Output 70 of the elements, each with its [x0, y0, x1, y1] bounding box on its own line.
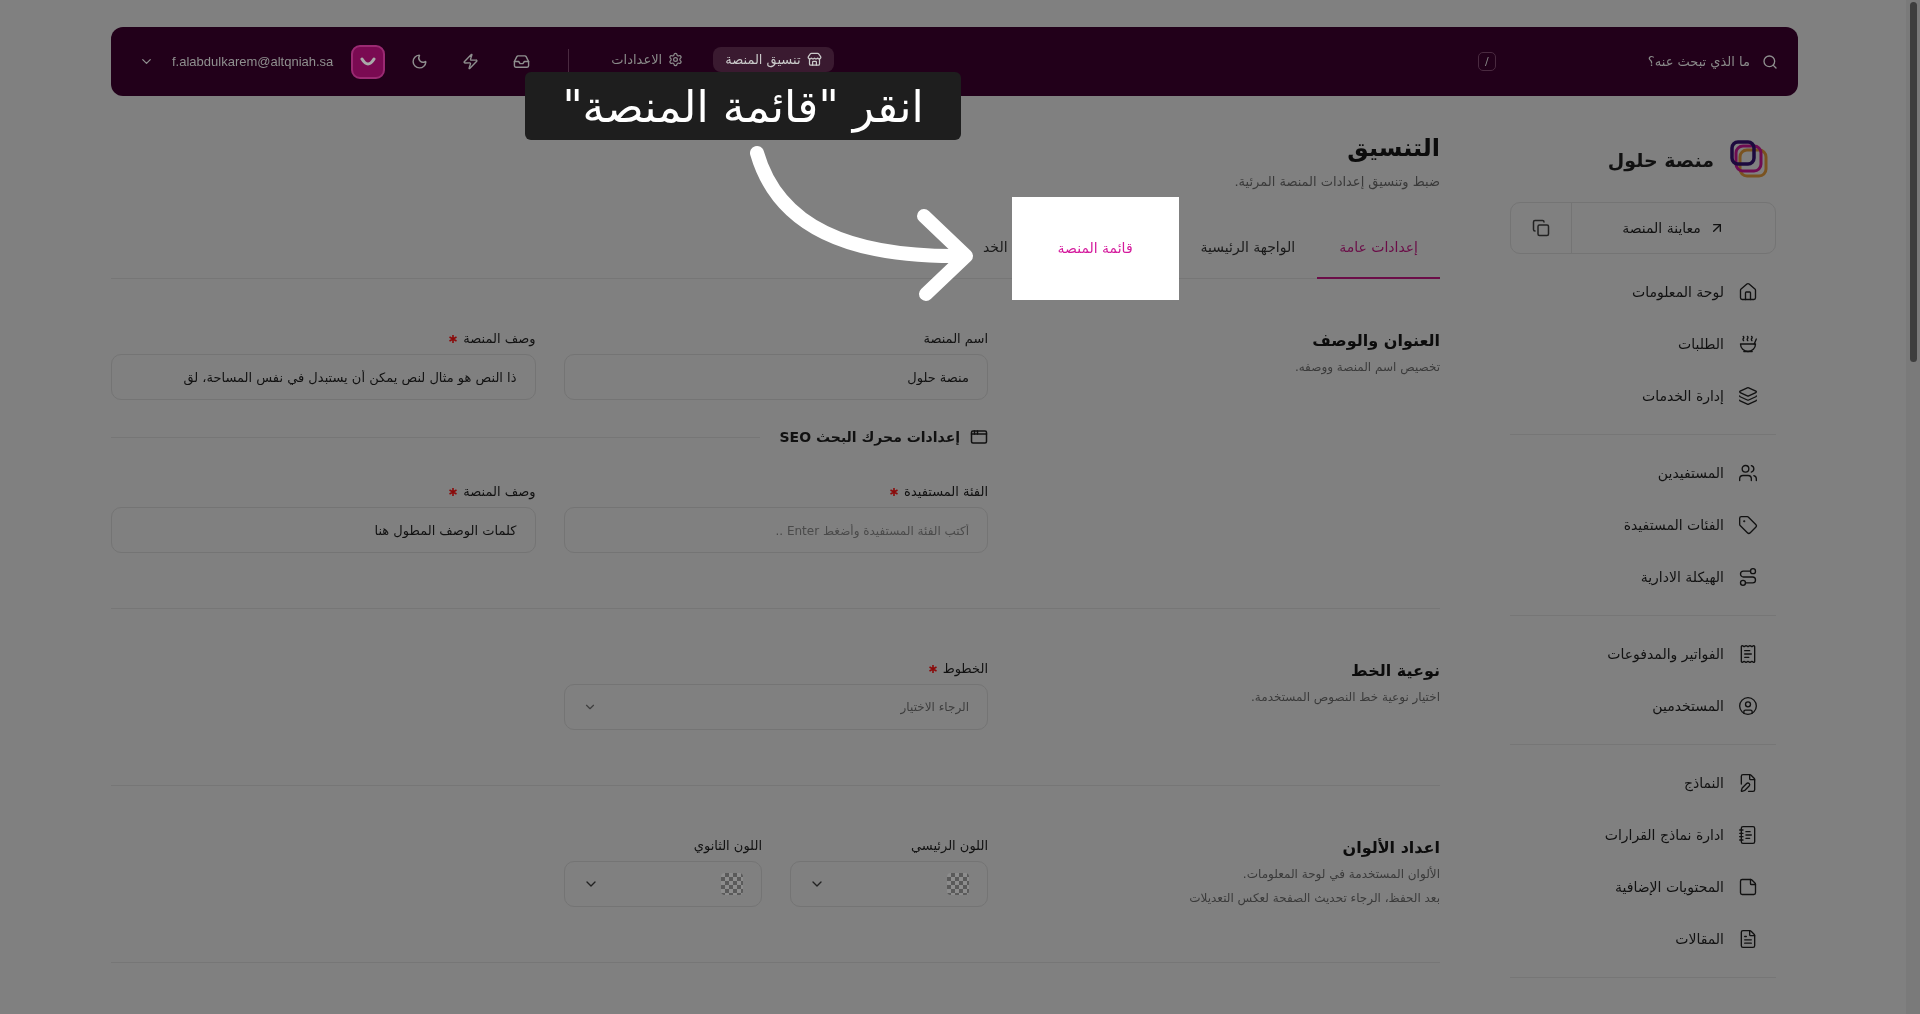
bowl-icon [1738, 334, 1758, 354]
field-label: وصف المنصة [463, 484, 536, 499]
field-label: اسم المنصة [923, 331, 988, 346]
field-label: الفئة المستفيدة [904, 484, 988, 499]
section-description: اختيار نوعية خط النصوص المستخدمة. [1250, 690, 1440, 704]
sidebar-item[interactable]: الطلبات [1510, 318, 1776, 370]
section-description: الألوان المستخدمة في لوحة المعلومات. [1241, 867, 1440, 881]
sidebar-item[interactable]: المحتويات الإضافية [1510, 861, 1776, 913]
subheading: إعدادات محرك البحث SEO [779, 429, 960, 445]
transparent-swatch-icon [721, 873, 743, 895]
scrollbar[interactable] [1906, 0, 1920, 1014]
text-field[interactable]: منصة حلول [563, 354, 988, 400]
tab[interactable]: قائمة المنصة [1011, 197, 1179, 300]
tutorial-tooltip: انقر "قائمة المنصة" [525, 72, 961, 140]
section-description: بعد الحفظ، الرجاء تحديث الصفحة لعكس التعديلات [1188, 891, 1440, 905]
house-icon [1738, 282, 1758, 302]
nav-link[interactable]: تنسيق المنصة [713, 47, 834, 72]
field-label: اللون الرئيسي [911, 838, 988, 853]
sidebar-item[interactable]: الفئات المستفيدة [1510, 499, 1776, 551]
shortcut-key: / [1478, 52, 1496, 71]
sidebar-item[interactable]: المستفيدين [1510, 447, 1776, 499]
transparent-swatch-icon [947, 873, 969, 895]
store-icon [806, 52, 822, 67]
user-email[interactable]: f.alabdulkarem@altqniah.sa [172, 54, 334, 69]
color-picker[interactable] [564, 861, 762, 907]
section-title: نوعية الخط [1350, 661, 1440, 680]
file-pen-icon [1738, 773, 1758, 793]
tag-icon [1738, 515, 1758, 535]
settings-icon [668, 52, 684, 67]
sidebar-item[interactable]: الهيكلة الادارية [1510, 551, 1776, 603]
layers-icon [1738, 386, 1758, 406]
tab[interactable]: إعدادات عامة [1317, 217, 1440, 279]
users-icon [1738, 463, 1758, 483]
receipt-icon [1738, 644, 1758, 664]
document-icon [1738, 929, 1758, 949]
sidebar-item[interactable]: الفواتير والمدفوعات [1510, 628, 1776, 680]
copy-icon [1532, 219, 1550, 237]
sidebar-item[interactable]: لوحة المعلومات [1510, 266, 1776, 318]
note-icon [1738, 877, 1758, 897]
inbox-icon[interactable] [513, 53, 531, 70]
tab[interactable]: الواجهة الرئيسية [1178, 217, 1318, 279]
sidebar-item[interactable]: النماذج [1510, 757, 1776, 809]
search-icon [1762, 53, 1778, 70]
bolt-icon[interactable] [462, 53, 480, 70]
text-field[interactable]: كلمات الوصف المطول هنا [111, 507, 536, 553]
logo-icon [1730, 140, 1770, 180]
nav-link[interactable]: الاعدادات [599, 47, 696, 72]
field-label: وصف المنصة [463, 331, 536, 346]
notebook-icon [1738, 825, 1758, 845]
section-title: العنوان والوصف [1311, 331, 1440, 350]
user-circle-icon [1738, 696, 1758, 716]
brand-name: منصة حلول [1607, 149, 1714, 171]
avatar-icon[interactable] [351, 44, 386, 79]
select-field[interactable]: الرجاء الاختيار [563, 684, 988, 730]
sidebar-item[interactable]: ادارة نماذج القرارات [1510, 809, 1776, 861]
section-description: تخصيص اسم المنصة ووصفه. [1293, 360, 1440, 374]
search-field[interactable]: ما الذي تبحث عنه؟ [1505, 53, 1752, 70]
sidebar-item[interactable]: المستخدمين [1510, 680, 1776, 732]
page-subtitle: ضبط وتنسيق إعدادات المنصة المرئية. [1233, 174, 1440, 189]
sidebar-item[interactable]: المقالات [1510, 913, 1776, 965]
sidebar-item[interactable]: إدارة الخدمات [1510, 370, 1776, 422]
route-icon [1738, 567, 1758, 587]
section-title: اعداد الألوان [1341, 838, 1440, 857]
tab[interactable]: الخد [961, 217, 1012, 279]
field-label: اللون الثانوي [693, 838, 762, 853]
moon-icon[interactable] [411, 53, 429, 70]
browser-icon [970, 428, 988, 446]
color-picker[interactable] [790, 861, 988, 907]
field-label: الخطوط [942, 661, 988, 676]
page-title: التنسيق [1346, 134, 1440, 162]
